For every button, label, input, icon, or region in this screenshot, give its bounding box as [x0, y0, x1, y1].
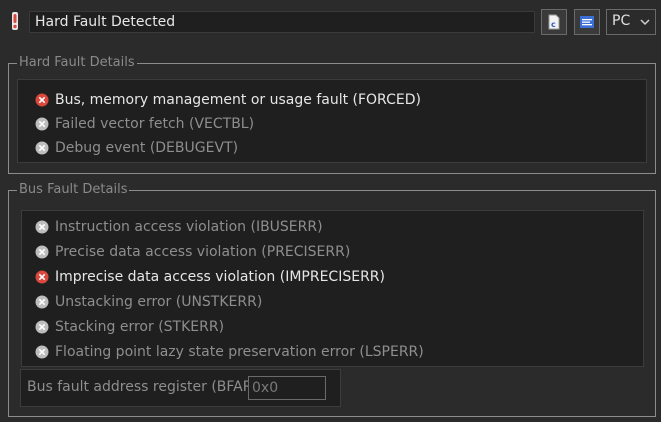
svg-text:c: c — [551, 20, 556, 29]
fault-inactive-icon — [35, 320, 49, 334]
hard-fault-list: Bus, memory management or usage fault (F… — [17, 79, 647, 163]
bfar-label: Bus fault address register (BFAR): — [27, 379, 263, 395]
hard-fault-group-label: Hard Fault Details — [17, 55, 137, 71]
fault-active-icon — [35, 270, 49, 284]
view-mode-value: PC — [612, 13, 631, 29]
view-disassembly-button[interactable] — [574, 9, 600, 35]
bus-fault-list: Instruction access violation (IBUSERR) P… — [21, 210, 644, 367]
fault-inactive-icon — [35, 141, 49, 155]
fault-inactive-icon — [35, 220, 49, 234]
header-toolbar: Hard Fault Detected c PC — [0, 0, 661, 44]
fault-active-icon — [35, 93, 49, 107]
bus-fault-group-label: Bus Fault Details — [17, 182, 130, 198]
hard-fault-group: Hard Fault Details Bus, memory managemen… — [8, 55, 656, 174]
fault-inactive-icon — [35, 245, 49, 259]
fault-inactive-icon — [35, 117, 49, 131]
bfar-panel: Bus fault address register (BFAR): 0x0 — [20, 369, 341, 407]
chevron-down-icon — [640, 19, 650, 26]
view-source-button[interactable]: c — [541, 9, 567, 35]
disassembly-icon — [580, 16, 594, 28]
fault-title: Hard Fault Detected — [29, 11, 535, 33]
warning-icon — [12, 12, 18, 30]
bfar-field[interactable]: 0x0 — [248, 376, 326, 400]
fault-inactive-icon — [35, 295, 49, 309]
c-source-icon: c — [548, 14, 560, 30]
fault-inactive-icon — [35, 345, 49, 359]
view-mode-select[interactable]: PC — [606, 9, 656, 35]
